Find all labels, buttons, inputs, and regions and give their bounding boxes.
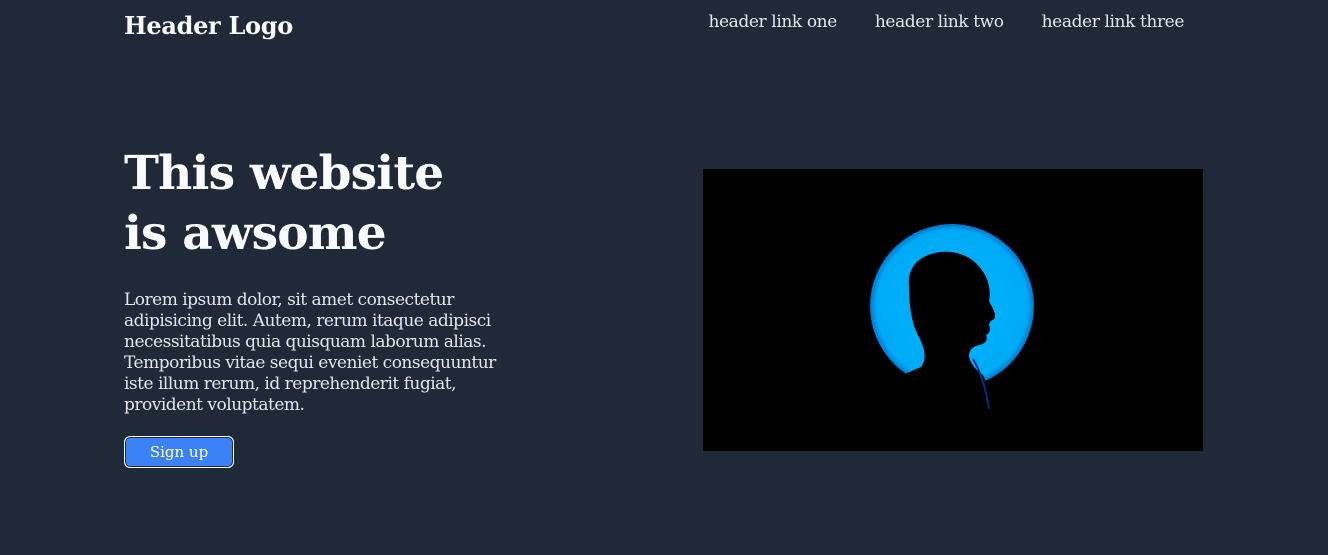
header-link-three[interactable]: header link three — [1042, 10, 1185, 34]
hero-text: This website is awsome Lorem ipsum dolor… — [124, 144, 496, 468]
header-logo[interactable]: Header Logo — [124, 9, 293, 43]
silhouette-image — [853, 224, 1034, 451]
hero-image — [703, 169, 1203, 451]
site-header: Header Logo header link one header link … — [0, 0, 1328, 60]
header-link-two[interactable]: header link two — [875, 10, 1004, 34]
header-link-one[interactable]: header link one — [708, 10, 837, 34]
hero-description: Lorem ipsum dolor, sit amet consectetur … — [124, 290, 496, 415]
header-nav: header link one header link two header l… — [708, 10, 1184, 34]
signup-button[interactable]: Sign up — [124, 436, 234, 468]
hero-title: This website is awsome — [124, 146, 444, 261]
